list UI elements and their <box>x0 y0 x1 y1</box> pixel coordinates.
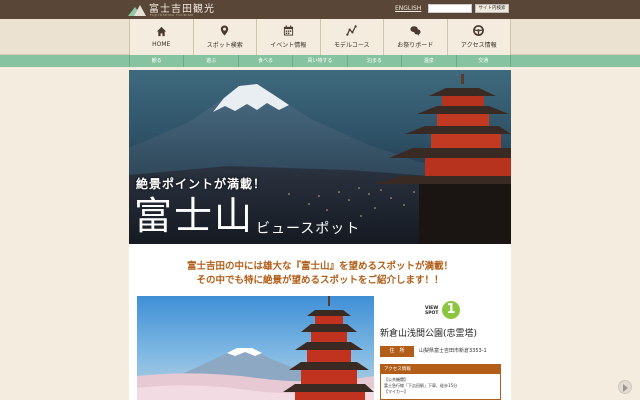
nav-label: アクセス情報 <box>460 42 497 49</box>
view-spot-badge: VIEW SPOT 1 <box>425 301 465 319</box>
mount-fuji-logo-icon <box>128 3 146 17</box>
nav-label: HOME <box>152 41 171 48</box>
nav-label: イベント情報 <box>270 42 307 49</box>
calendar-icon <box>283 25 293 36</box>
nav-label: モデルコース <box>333 42 370 49</box>
site-search-button[interactable]: サイト内検索 <box>475 4 509 13</box>
nav-model-course[interactable]: モデルコース <box>320 19 384 55</box>
main-content: 富士吉田の中には雄大な『富士山』を望めるスポットが満載！ その中でも特に絶景が望… <box>129 244 511 400</box>
page-scroll-arrow-icon[interactable] <box>618 380 632 394</box>
nav-access[interactable]: アクセス情報 <box>447 19 511 55</box>
access-info-title: アクセス情報 <box>381 365 500 374</box>
nav-label: スポット検索 <box>206 42 243 49</box>
home-icon <box>156 26 166 37</box>
spot-photo <box>137 296 374 400</box>
map-pin-icon <box>221 25 229 36</box>
main-navigation: HOME スポット検索 イベント情報 モデルコース お祭りボード アクセス情報 <box>0 19 640 55</box>
intro-line-2: その中でも特に絶景が望めるスポットをご紹介します！！ <box>196 275 444 286</box>
subnav-stay[interactable]: 泊まる <box>348 55 403 67</box>
pagoda-fuji-photo <box>137 296 374 400</box>
nav-spot-search[interactable]: スポット検索 <box>193 19 257 55</box>
access-info-body: 【公共機関】 富士急行線「下吉田駅」下車、徒歩15分 【マイカー】 <box>381 374 500 398</box>
intro-lead: 富士吉田の中には雄大な『富士山』を望めるスポットが満載！ その中でも特に絶景が望… <box>129 260 511 288</box>
address-label: 住 所 <box>380 346 414 357</box>
nav-festival-board[interactable]: お祭りボード <box>384 19 448 55</box>
view-spot-label: VIEW SPOT <box>425 306 439 316</box>
steering-wheel-icon <box>473 25 485 36</box>
nav-events[interactable]: イベント情報 <box>257 19 321 55</box>
subnav-play[interactable]: 遊ぶ <box>184 55 239 67</box>
category-subnav: 観る 遊ぶ 食べる 買い物する 泊まる 温泉 交通 <box>0 55 640 67</box>
hero-banner: 絶景ポイントが満載！ 富士山 ビュースポット <box>129 70 511 244</box>
subnav-eat[interactable]: 食べる <box>239 55 294 67</box>
subnav-hot-spring[interactable]: 温泉 <box>402 55 457 67</box>
hero-title-sub: ビュースポット <box>256 221 361 237</box>
access-line: 【マイカー】 <box>384 389 408 394</box>
site-search-input[interactable] <box>428 4 472 13</box>
speech-bubble-icon <box>410 26 421 36</box>
subnav-see[interactable]: 観る <box>130 55 185 67</box>
address-value: 山梨県富士吉田市新倉3353-1 <box>419 348 487 354</box>
nav-label: お祭りボード <box>397 42 434 49</box>
subnav-transport[interactable]: 交通 <box>457 55 511 67</box>
intro-line-1: 富士吉田の中には雄大な『富士山』を望めるスポットが満載！ <box>186 261 453 272</box>
logo-subtitle: FUJIYOSHIDA TOURISM <box>150 13 194 17</box>
view-spot-number: 1 <box>442 301 460 319</box>
nav-home[interactable]: HOME <box>130 19 194 55</box>
route-icon <box>346 25 357 36</box>
top-header: 富士吉田観光 FUJIYOSHIDA TOURISM ENGLISH サイト内検… <box>0 0 640 19</box>
hero-title: 富士山 <box>134 194 255 238</box>
spot-name: 新倉山浅間公園(忠霊塔) <box>380 329 478 339</box>
subnav-shopping[interactable]: 買い物する <box>293 55 348 67</box>
english-link[interactable]: ENGLISH <box>395 5 421 12</box>
hero-caption: 絶景ポイントが満載！ <box>136 177 267 191</box>
access-info-box: アクセス情報 【公共機関】 富士急行線「下吉田駅」下車、徒歩15分 【マイカー】 <box>380 364 501 400</box>
